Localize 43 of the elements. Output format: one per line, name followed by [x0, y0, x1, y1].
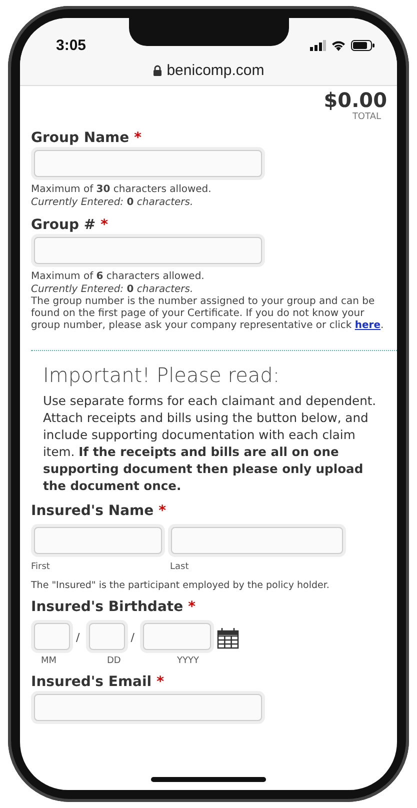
field-hint: Currently Entered: 0 characters. [31, 196, 194, 209]
sub-label: YYYY [176, 656, 200, 666]
total-label: TOTAL [352, 112, 381, 122]
date-separator: / [130, 631, 134, 644]
field-label: Group Name [31, 130, 130, 146]
first-name-field[interactable] [34, 527, 162, 554]
help-text: The group number is the number assigned to your group and can be found on the first page of your Certificate. If you do not know your group number, please ask your company representative or click here. [31, 296, 385, 332]
last-name-field[interactable] [171, 527, 343, 554]
group-name-field[interactable] [34, 150, 262, 177]
battery-icon [351, 40, 375, 50]
total-amount: $0.00 [324, 88, 387, 112]
day-field[interactable] [88, 623, 125, 650]
required-marker: * [188, 599, 196, 615]
notice-text: Use separate forms for each claimant and dependent. Attach receipts and bills using the button below, and include supporting documentation with each claim item. If the receipts and bills are all on one supporting document then please only upload the document once. [43, 393, 378, 495]
field-label: Insured's Birthdate [31, 599, 184, 615]
field-hint: Maximum of 6 characters allowed. [31, 270, 206, 283]
clock-time: 3:05 [56, 36, 86, 54]
required-marker: * [158, 503, 166, 519]
calendar-icon[interactable] [217, 626, 240, 648]
email-field[interactable] [34, 694, 262, 721]
field-hint: Maximum of 30 characters allowed. [31, 183, 212, 196]
sub-label: MM [40, 656, 58, 666]
lock-icon [152, 65, 162, 76]
month-field[interactable] [34, 623, 70, 650]
sub-label: DD [106, 656, 122, 666]
required-marker: * [156, 674, 164, 690]
signal-icon [310, 40, 326, 50]
sub-label: First [31, 562, 51, 572]
field-hint: Currently Entered: 0 characters. [31, 283, 194, 296]
field-label: Group # [31, 217, 96, 233]
field-note: The "Insured" is the participant employed by the policy holder. [31, 580, 330, 591]
group-number-field[interactable] [34, 237, 262, 264]
address-url[interactable]: benicomp.com [166, 62, 264, 79]
date-separator: / [76, 631, 80, 644]
required-marker: * [100, 217, 108, 233]
field-label: Insured's Email [31, 674, 152, 690]
field-label: Insured's Name [31, 503, 154, 519]
year-field[interactable] [143, 623, 212, 650]
wifi-icon [331, 40, 346, 50]
sub-label: Last [170, 562, 190, 572]
here-link[interactable]: here [354, 320, 380, 331]
required-marker: * [134, 130, 142, 146]
notice-heading: Important! Please read: [43, 363, 281, 387]
